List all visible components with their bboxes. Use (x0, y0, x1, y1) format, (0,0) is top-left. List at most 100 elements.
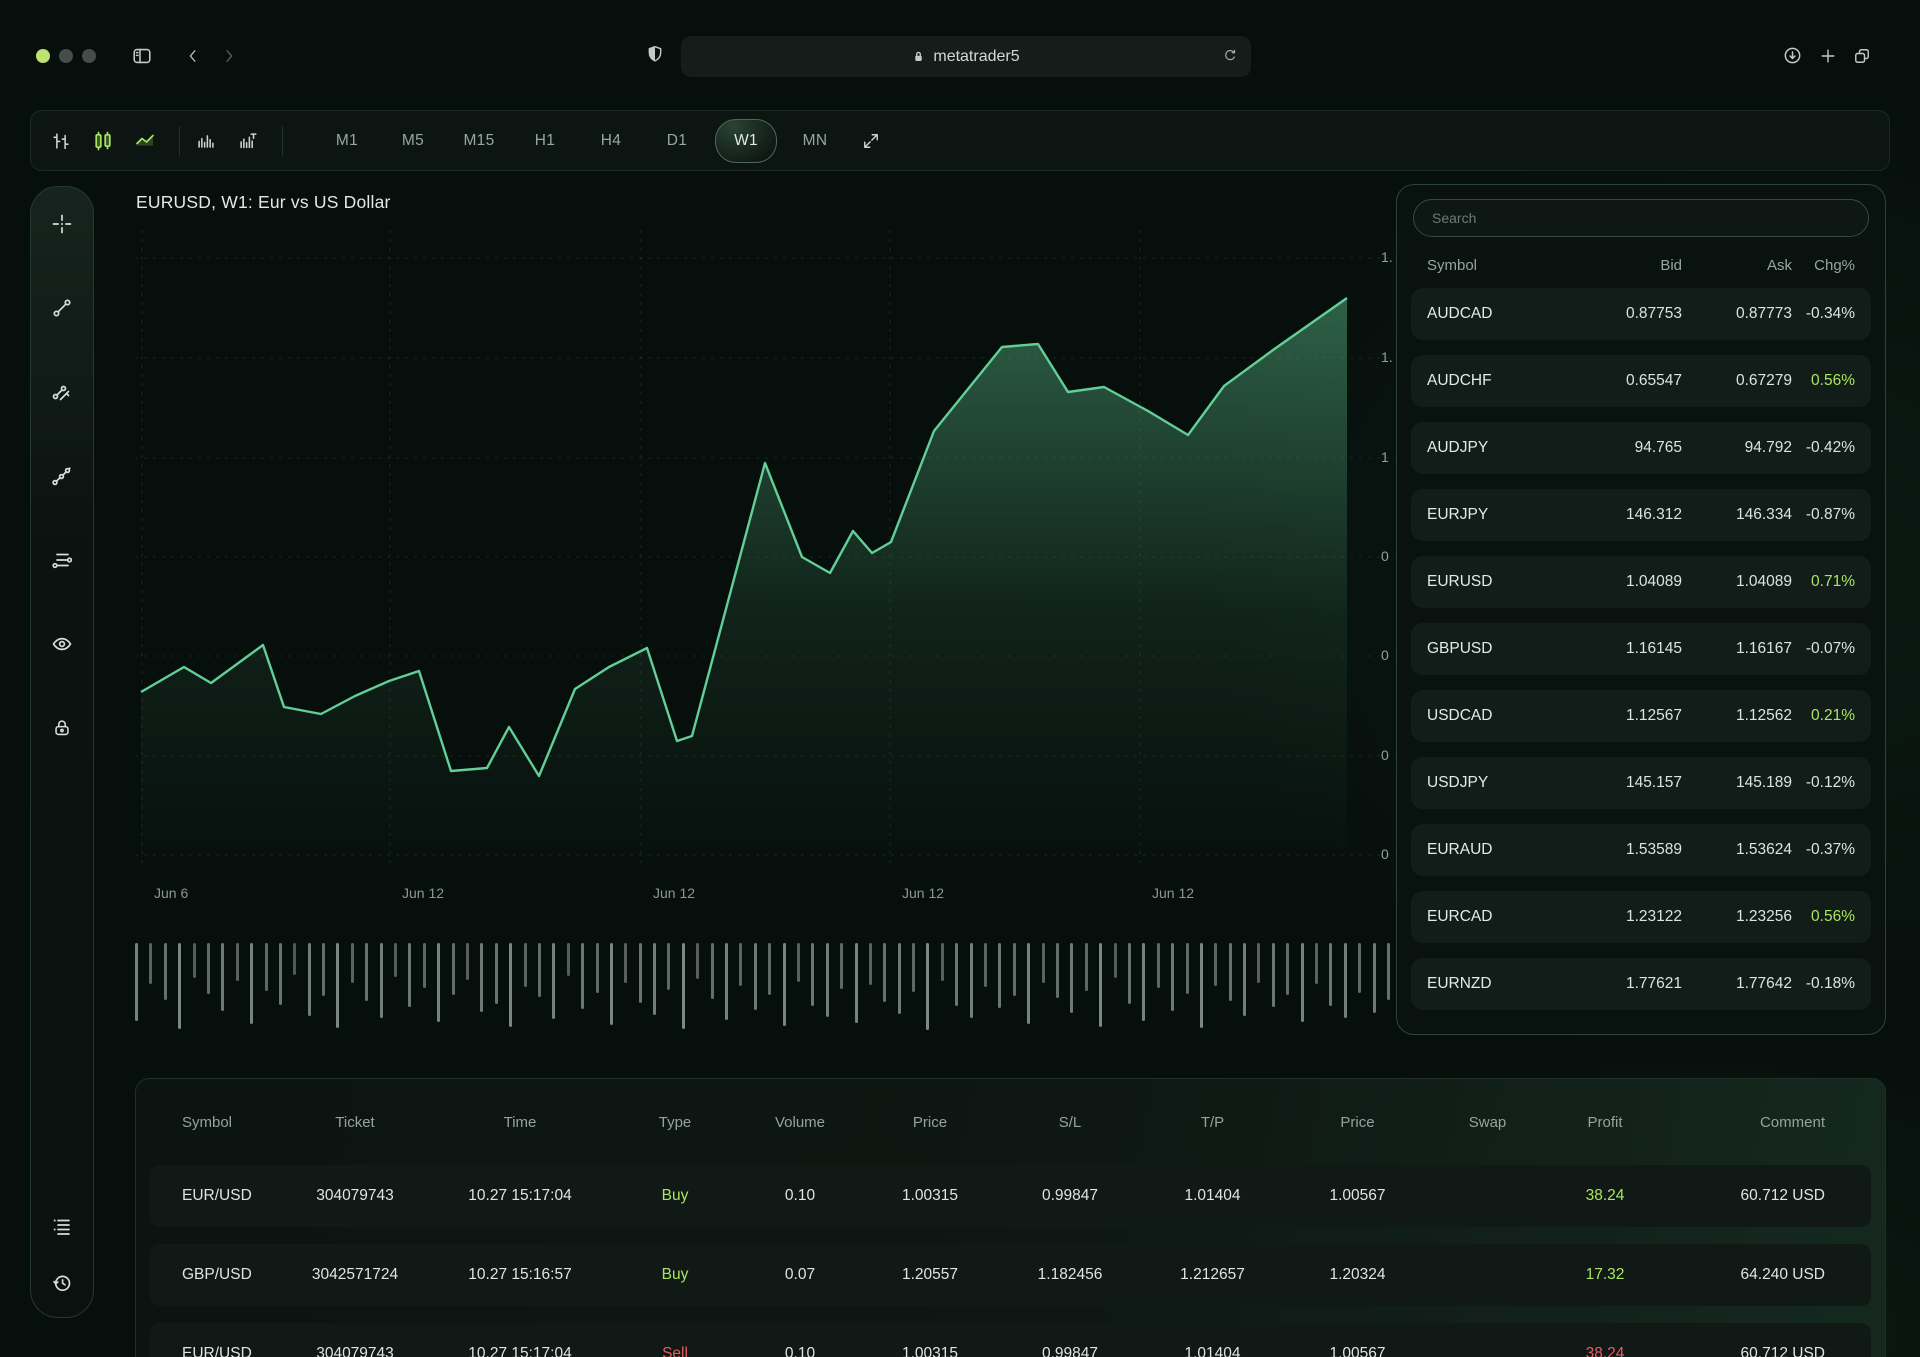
positions-column-header: Swap (1430, 1114, 1545, 1131)
price-chart-canvas[interactable] (135, 230, 1396, 870)
polyline-icon[interactable] (50, 464, 74, 488)
market-column-header: Symbol (1427, 257, 1577, 274)
volume-bar (898, 943, 901, 1014)
sidebar-toggle-button[interactable] (131, 45, 153, 67)
refresh-icon[interactable] (1222, 48, 1238, 64)
timeframe-d1[interactable]: D1 (649, 119, 705, 163)
positions-column-header: Volume (740, 1114, 860, 1131)
volume-bar (567, 943, 570, 976)
cell-comment: 60.712 USD (1665, 1187, 1871, 1205)
market-search-input[interactable] (1430, 209, 1852, 227)
positions-header: SymbolTicketTimeTypeVolumePriceS/LT/PPri… (136, 1079, 1885, 1165)
market-row-euraud[interactable]: EURAUD1.535891.53624-0.37% (1411, 824, 1871, 876)
cell-sl: 0.99847 (1000, 1345, 1140, 1357)
timeframe-group: M1M5M15H1H4D1W1MN (319, 119, 843, 163)
volume-bar (250, 943, 253, 1024)
volume-ticks-icon[interactable] (236, 129, 260, 153)
timeframe-m1[interactable]: M1 (319, 119, 375, 163)
address-bar[interactable]: metatrader5 (681, 36, 1251, 77)
market-row-eurjpy[interactable]: EURJPY146.312146.334-0.87% (1411, 489, 1871, 541)
volume-bar (322, 943, 325, 996)
cell-comment: 60.712 USD (1665, 1345, 1871, 1357)
crosshair-icon[interactable] (50, 212, 74, 236)
cell-type: Buy (610, 1266, 740, 1284)
privacy-shield-icon[interactable] (645, 44, 665, 64)
volume-bars-icon[interactable] (194, 129, 218, 153)
positions-column-header: Type (610, 1114, 740, 1131)
volume-bar (682, 943, 685, 1029)
cell-bid: 1.16145 (1577, 640, 1682, 658)
market-row-usdcad[interactable]: USDCAD1.125671.125620.21% (1411, 690, 1871, 742)
cell-symbol: EURNZD (1427, 975, 1577, 993)
market-row-eurusd[interactable]: EURUSD1.040891.040890.71% (1411, 556, 1871, 608)
volume-bar (380, 943, 383, 1018)
x-axis-label: Jun 12 (653, 885, 695, 901)
timeframe-mn[interactable]: MN (787, 119, 843, 163)
eye-icon[interactable] (50, 632, 74, 656)
market-row-audjpy[interactable]: AUDJPY94.76594.792-0.42% (1411, 422, 1871, 474)
candlesticks-icon[interactable] (91, 129, 115, 153)
position-row[interactable]: EUR/USD30407974310.27 15:17:04Buy0.101.0… (150, 1165, 1871, 1227)
market-row-eurcad[interactable]: EURCAD1.231221.232560.56% (1411, 891, 1871, 943)
volume-bar (236, 943, 239, 981)
market-row-usdjpy[interactable]: USDJPY145.157145.189-0.12% (1411, 757, 1871, 809)
timeframe-h1[interactable]: H1 (517, 119, 573, 163)
timeframe-w1[interactable]: W1 (715, 119, 777, 163)
cell-volume: 0.10 (740, 1345, 860, 1357)
fullscreen-icon[interactable] (861, 131, 881, 151)
cell-tp: 1.01404 (1140, 1187, 1285, 1205)
cell-symbol: USDCAD (1427, 707, 1577, 725)
fib-lines-icon[interactable] (50, 548, 74, 572)
window-minimize-button[interactable] (59, 49, 73, 63)
window-close-button[interactable] (36, 49, 50, 63)
position-row[interactable]: EUR/USD30407974310.27 15:17:04Sell0.101.… (150, 1323, 1871, 1357)
y-axis-label: 0 (1381, 647, 1389, 663)
volume-bar (1128, 943, 1131, 1004)
cell-symbol: EURJPY (1427, 506, 1577, 524)
market-watch-header: SymbolBidAskChg% (1397, 247, 1885, 288)
history-icon[interactable] (50, 1271, 74, 1295)
timeframe-m15[interactable]: M15 (451, 119, 507, 163)
volume-bar (1344, 943, 1347, 1018)
tab-overview-button[interactable] (1852, 46, 1872, 66)
cell-symbol: AUDJPY (1427, 439, 1577, 457)
line-chart-icon[interactable] (133, 129, 157, 153)
volume-bar (1301, 943, 1304, 1022)
positions-column-header: S/L (1000, 1114, 1140, 1131)
volume-bar (1056, 943, 1059, 998)
x-axis-label: Jun 12 (902, 885, 944, 901)
trendline-icon[interactable] (50, 296, 74, 320)
market-row-eurnzd[interactable]: EURNZD1.776211.77642-0.18% (1411, 958, 1871, 1010)
volume-bar (955, 943, 958, 1006)
market-row-audchf[interactable]: AUDCHF0.655470.672790.56% (1411, 355, 1871, 407)
volume-bar (811, 943, 814, 1006)
volume-bar (970, 943, 973, 1018)
volume-bar (667, 943, 670, 990)
cell-symbol: AUDCAD (1427, 305, 1577, 323)
cell-bid: 0.87753 (1577, 305, 1682, 323)
volume-bar (754, 943, 757, 1010)
ohlc-bars-icon[interactable] (49, 129, 73, 153)
back-button[interactable] (184, 47, 202, 65)
chart-toolbar: M1M5M15H1H4D1W1MN (30, 110, 1890, 171)
volume-bar (1013, 943, 1016, 996)
lock-icon[interactable] (50, 716, 74, 740)
cell-ask: 1.04089 (1682, 573, 1792, 591)
market-row-audcad[interactable]: AUDCAD0.877530.87773-0.34% (1411, 288, 1871, 340)
cell-ask: 1.77642 (1682, 975, 1792, 993)
cell-bid: 1.04089 (1577, 573, 1682, 591)
browser-chrome: metatrader5 (0, 0, 1920, 92)
downloads-button[interactable] (1782, 45, 1803, 66)
forward-button[interactable] (220, 47, 238, 65)
window-zoom-button[interactable] (82, 49, 96, 63)
market-column-header: Chg% (1792, 257, 1855, 274)
timeframe-m5[interactable]: M5 (385, 119, 441, 163)
volume-bar (941, 943, 944, 981)
timeframe-h4[interactable]: H4 (583, 119, 639, 163)
positions-rows: EUR/USD30407974310.27 15:17:04Buy0.101.0… (136, 1165, 1885, 1357)
object-list-icon[interactable] (50, 1215, 74, 1239)
market-row-gbpusd[interactable]: GBPUSD1.161451.16167-0.07% (1411, 623, 1871, 675)
position-row[interactable]: GBP/USD304257172410.27 15:16:57Buy0.071.… (150, 1244, 1871, 1306)
channel-icon[interactable] (50, 380, 74, 404)
new-tab-button[interactable] (1818, 46, 1838, 66)
